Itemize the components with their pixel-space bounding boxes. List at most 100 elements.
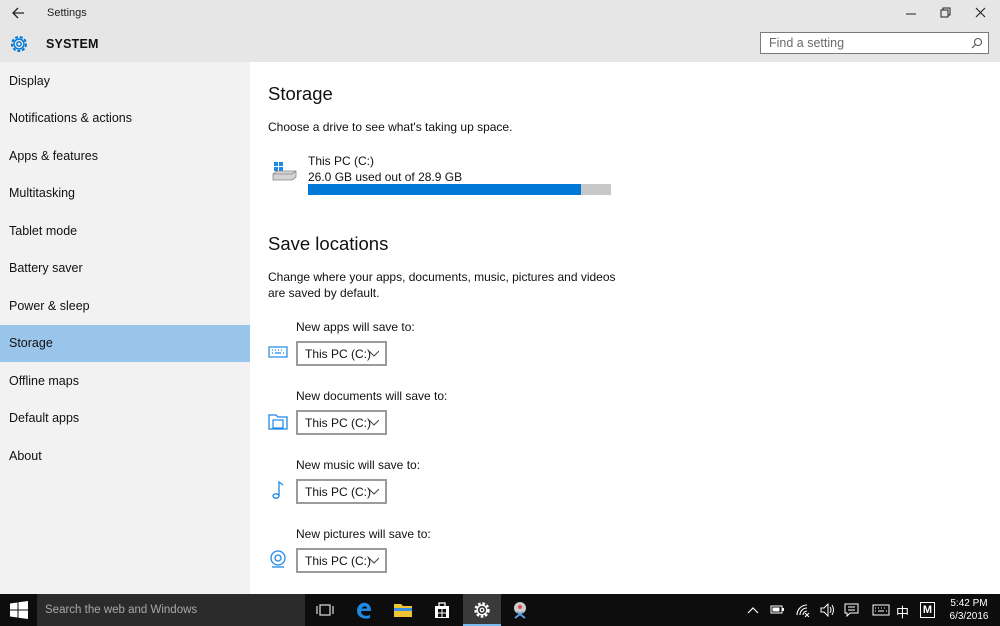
keyboard-icon xyxy=(872,604,890,616)
storage-heading: Storage xyxy=(268,83,333,104)
dropdown-value: This PC (C:) xyxy=(305,485,371,499)
save-pictures-label: New pictures will save to: xyxy=(296,527,431,541)
sidebar-item-label: Multitasking xyxy=(9,186,75,200)
chevron-down-icon xyxy=(369,350,379,357)
search-icon[interactable] xyxy=(970,36,984,50)
restore-button[interactable] xyxy=(930,4,960,22)
close-icon xyxy=(975,7,986,18)
start-button[interactable] xyxy=(0,594,37,626)
taskbar: Search the web and Windows 中 M 5:42 PM 6… xyxy=(0,594,1000,626)
edge-button[interactable] xyxy=(345,594,383,626)
back-button[interactable] xyxy=(8,4,30,22)
volume-tray-button[interactable] xyxy=(816,594,838,626)
battery-tray-button[interactable] xyxy=(766,594,788,626)
sidebar-item-label: Storage xyxy=(9,336,53,350)
store-bag-icon xyxy=(435,602,449,618)
sidebar-item-label: Default apps xyxy=(9,411,80,425)
sidebar-item-about[interactable]: About xyxy=(0,438,250,475)
drive-usage-bar-fill xyxy=(308,184,581,195)
clock[interactable]: 5:42 PM 6/3/2016 xyxy=(944,597,994,623)
sidebar: Display Notifications & actions Apps & f… xyxy=(0,62,250,594)
action-center-button[interactable] xyxy=(840,594,862,626)
save-apps-dropdown[interactable]: This PC (C:) xyxy=(296,341,387,366)
chevron-down-icon xyxy=(369,488,379,495)
drive-icon xyxy=(272,162,297,181)
store-button[interactable] xyxy=(423,594,461,626)
file-explorer-button[interactable] xyxy=(384,594,422,626)
sidebar-item-notifications[interactable]: Notifications & actions xyxy=(0,100,250,137)
ime-language-indicator[interactable]: 中 xyxy=(896,602,909,621)
dropdown-value: This PC (C:) xyxy=(305,347,371,361)
network-tray-button[interactable] xyxy=(791,594,813,626)
music-note-icon xyxy=(272,480,284,499)
sidebar-item-label: Display xyxy=(9,74,50,88)
sidebar-item-apps-features[interactable]: Apps & features xyxy=(0,138,250,175)
back-arrow-icon xyxy=(12,7,24,19)
save-pictures-dropdown[interactable]: This PC (C:) xyxy=(296,548,387,573)
snipping-tool-icon xyxy=(514,602,526,619)
sidebar-item-power-sleep[interactable]: Power & sleep xyxy=(0,288,250,325)
sidebar-item-label: About xyxy=(9,449,42,463)
keyboard-icon xyxy=(268,346,288,358)
sidebar-item-label: Power & sleep xyxy=(9,299,90,313)
task-view-button[interactable] xyxy=(306,594,344,626)
minimize-button[interactable] xyxy=(896,4,926,22)
sidebar-item-display[interactable]: Display xyxy=(0,63,250,100)
gear-icon xyxy=(474,602,490,618)
chevron-up-icon xyxy=(747,607,759,614)
clock-date: 6/3/2016 xyxy=(949,611,989,622)
taskbar-search-placeholder: Search the web and Windows xyxy=(45,604,198,616)
sidebar-item-battery-saver[interactable]: Battery saver xyxy=(0,250,250,287)
drive-usage: 26.0 GB used out of 28.9 GB xyxy=(308,170,463,184)
sidebar-item-label: Apps & features xyxy=(9,149,98,163)
save-documents-label: New documents will save to: xyxy=(296,389,448,403)
sidebar-item-storage[interactable]: Storage xyxy=(0,325,250,362)
title-bar: Settings SYSTEM Find a setting xyxy=(0,0,1000,62)
storage-description: Choose a drive to see what's taking up s… xyxy=(268,120,513,134)
edge-browser-icon xyxy=(357,602,371,619)
gear-icon xyxy=(11,36,27,52)
folder-icon xyxy=(394,604,412,617)
section-title: SYSTEM xyxy=(46,37,99,51)
close-button[interactable] xyxy=(966,4,996,22)
windows-logo-icon xyxy=(10,601,28,619)
taskbar-search-box[interactable]: Search the web and Windows xyxy=(37,594,305,626)
sidebar-item-label: Tablet mode xyxy=(9,224,78,238)
chevron-down-icon xyxy=(369,419,379,426)
minimize-icon xyxy=(906,13,916,15)
battery-icon xyxy=(770,605,784,614)
ime-mode-indicator[interactable]: M xyxy=(920,602,935,618)
save-locations-heading: Save locations xyxy=(268,233,389,254)
save-locations-description-line2: are saved by default. xyxy=(268,286,380,300)
speaker-icon xyxy=(820,603,834,617)
camera-icon xyxy=(270,550,286,568)
window-title: Settings xyxy=(47,7,87,19)
wifi-icon xyxy=(796,604,810,617)
notification-icon xyxy=(844,603,859,617)
sidebar-item-tablet-mode[interactable]: Tablet mode xyxy=(0,213,250,250)
search-input[interactable]: Find a setting xyxy=(760,32,989,54)
chevron-down-icon xyxy=(369,557,379,564)
snipping-tool-button[interactable] xyxy=(502,594,540,626)
search-placeholder: Find a setting xyxy=(769,36,845,50)
sidebar-item-multitasking[interactable]: Multitasking xyxy=(0,175,250,212)
sidebar-item-label: Battery saver xyxy=(9,261,83,275)
save-locations-description-line1: Change where your apps, documents, music… xyxy=(268,270,616,284)
save-apps-label: New apps will save to: xyxy=(296,320,415,334)
sidebar-item-default-apps[interactable]: Default apps xyxy=(0,400,250,437)
restore-icon xyxy=(940,7,951,18)
sidebar-item-label: Offline maps xyxy=(9,374,79,388)
documents-folder-icon xyxy=(268,414,288,430)
settings-taskbar-button[interactable] xyxy=(463,594,501,626)
drive-usage-bar[interactable] xyxy=(308,184,611,195)
touch-keyboard-button[interactable] xyxy=(868,594,890,626)
save-music-dropdown[interactable]: This PC (C:) xyxy=(296,479,387,504)
save-music-label: New music will save to: xyxy=(296,458,421,472)
show-hidden-icons-button[interactable] xyxy=(742,594,764,626)
save-documents-dropdown[interactable]: This PC (C:) xyxy=(296,410,387,435)
dropdown-value: This PC (C:) xyxy=(305,416,371,430)
sidebar-item-offline-maps[interactable]: Offline maps xyxy=(0,363,250,400)
drive-name[interactable]: This PC (C:) xyxy=(308,154,374,168)
task-view-icon xyxy=(316,604,334,616)
dropdown-value: This PC (C:) xyxy=(305,554,371,568)
